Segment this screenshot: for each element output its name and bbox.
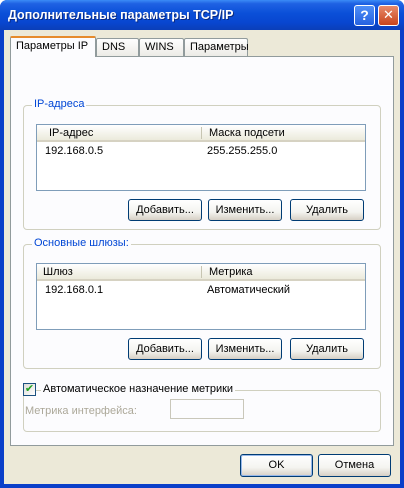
tab-options[interactable]: Параметры (184, 38, 249, 56)
add-ip-button[interactable]: Добавить... (128, 199, 202, 221)
delete-gateway-button[interactable]: Удалить (290, 338, 364, 360)
ip-cell: 192.168.0.5 (45, 145, 104, 157)
auto-metric-label[interactable]: Автоматическое назначение метрики (41, 383, 236, 395)
column-divider[interactable] (201, 266, 202, 278)
ok-button[interactable]: OK (240, 454, 313, 477)
tab-wins[interactable]: WINS (139, 38, 184, 56)
auto-metric-checkbox[interactable]: ✔ (23, 383, 36, 396)
edit-ip-button[interactable]: Изменить... (208, 199, 282, 221)
column-header-ip[interactable]: IP-адрес (49, 127, 93, 139)
ip-addresses-group: IP-адреса IP-адрес Маска подсети 192.168… (23, 98, 381, 230)
window-title: Дополнительные параметры TCP/IP (8, 8, 234, 22)
gateways-group: Основные шлюзы: Шлюз Метрика 192.168.0.1… (23, 237, 381, 369)
ip-list-header: IP-адрес Маска подсети (37, 125, 365, 142)
edit-gateway-button[interactable]: Изменить... (208, 338, 282, 360)
interface-metric-input[interactable] (170, 399, 244, 419)
delete-ip-button[interactable]: Удалить (290, 199, 364, 221)
gateways-legend: Основные шлюзы: (32, 237, 131, 249)
help-button[interactable]: ? (354, 5, 375, 26)
gateway-list[interactable]: Шлюз Метрика 192.168.0.1 Автоматический (36, 263, 366, 330)
column-divider[interactable] (201, 127, 202, 139)
column-header-metric[interactable]: Метрика (209, 266, 253, 278)
tab-panel: IP-адреса IP-адрес Маска подсети 192.168… (10, 56, 394, 446)
interface-metric-label: Метрика интерфейса: (25, 405, 137, 417)
ip-addresses-legend: IP-адреса (32, 98, 87, 110)
mask-cell: 255.255.255.0 (207, 145, 278, 157)
title-bar[interactable]: Дополнительные параметры TCP/IP ? ✕ (0, 0, 404, 30)
close-button[interactable]: ✕ (378, 5, 399, 26)
metric-cell: Автоматический (207, 284, 291, 296)
column-header-mask[interactable]: Маска подсети (209, 127, 285, 139)
tab-ip-settings[interactable]: Параметры IP (10, 36, 96, 57)
gateway-list-header: Шлюз Метрика (37, 264, 365, 281)
tab-dns[interactable]: DNS (96, 38, 139, 56)
column-header-gateway[interactable]: Шлюз (43, 266, 73, 278)
ip-address-list[interactable]: IP-адрес Маска подсети 192.168.0.5 255.2… (36, 124, 366, 191)
add-gateway-button[interactable]: Добавить... (128, 338, 202, 360)
dialog-window: Дополнительные параметры TCP/IP ? ✕ Пара… (0, 0, 404, 488)
gateway-cell: 192.168.0.1 (45, 284, 104, 296)
dialog-client-area: Параметры IP DNS WINS Параметры IP-адрес… (4, 30, 400, 484)
cancel-button[interactable]: Отмена (318, 454, 391, 477)
